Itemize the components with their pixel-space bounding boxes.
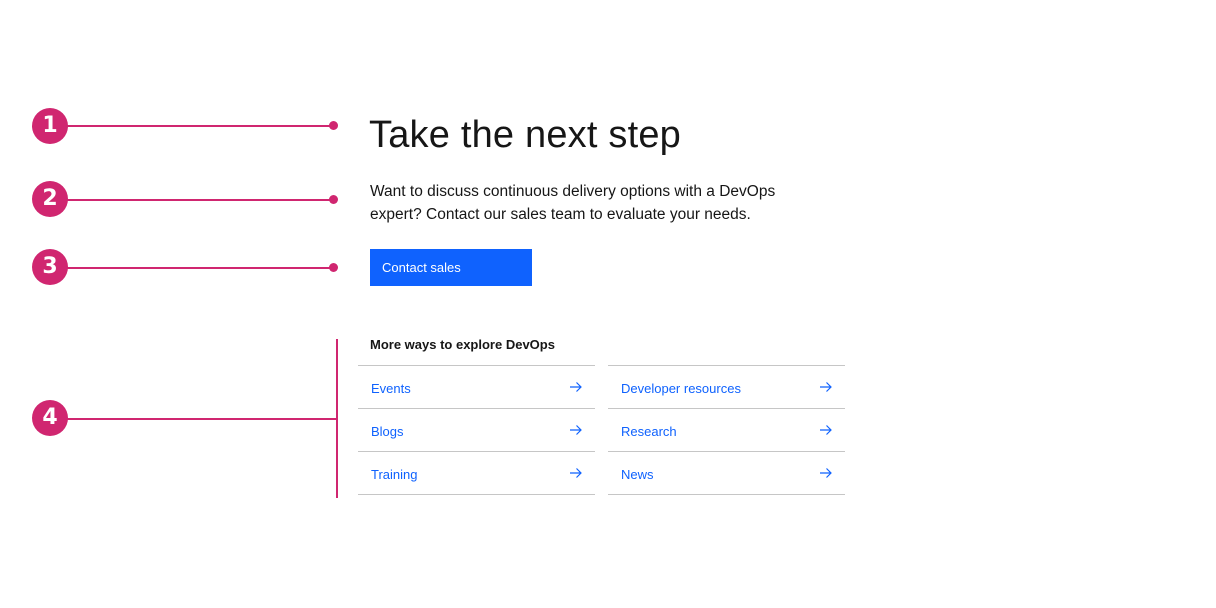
annotation-leader-4: [66, 418, 338, 420]
link-label: Blogs: [371, 423, 404, 439]
arrow-right-icon: [820, 425, 832, 435]
annotation-leader-3: [66, 267, 334, 269]
link-label: Research: [621, 423, 677, 439]
links-column-right: Developer resources Research News: [608, 365, 845, 495]
links-column-left: Events Blogs Training: [358, 365, 595, 495]
link-label: Developer resources: [621, 380, 741, 396]
annotation-dot-3: [329, 263, 338, 272]
link-events[interactable]: Events: [358, 366, 595, 409]
link-training[interactable]: Training: [358, 452, 595, 495]
link-research[interactable]: Research: [608, 409, 845, 452]
link-label: Events: [371, 380, 411, 396]
arrow-right-icon: [570, 468, 582, 478]
annotation-leader-1: [66, 125, 334, 127]
annotation-marker-3: 3: [32, 249, 68, 285]
body-copy: Want to discuss continuous delivery opti…: [370, 183, 776, 223]
annotation-bracket-4: [336, 339, 338, 498]
arrow-right-icon: [820, 468, 832, 478]
annotation-marker-2: 2: [32, 181, 68, 217]
page-title: Take the next step: [369, 114, 682, 156]
links-group-heading: More ways to explore DevOps: [370, 337, 555, 352]
arrow-right-icon: [820, 382, 832, 392]
arrow-right-icon: [570, 382, 582, 392]
link-news[interactable]: News: [608, 452, 845, 495]
annotation-dot-1: [329, 121, 338, 130]
link-developer-resources[interactable]: Developer resources: [608, 366, 845, 409]
annotated-cta-block: 1 2 3 4 Take the next step Want to discu…: [0, 0, 1216, 608]
arrow-right-icon: [570, 425, 582, 435]
link-label: Training: [371, 466, 418, 482]
annotation-dot-2: [329, 195, 338, 204]
link-label: News: [621, 466, 654, 482]
annotation-marker-4: 4: [32, 400, 68, 436]
annotation-leader-2: [66, 199, 334, 201]
contact-sales-button[interactable]: Contact sales: [370, 249, 532, 286]
link-blogs[interactable]: Blogs: [358, 409, 595, 452]
annotation-marker-1: 1: [32, 108, 68, 144]
